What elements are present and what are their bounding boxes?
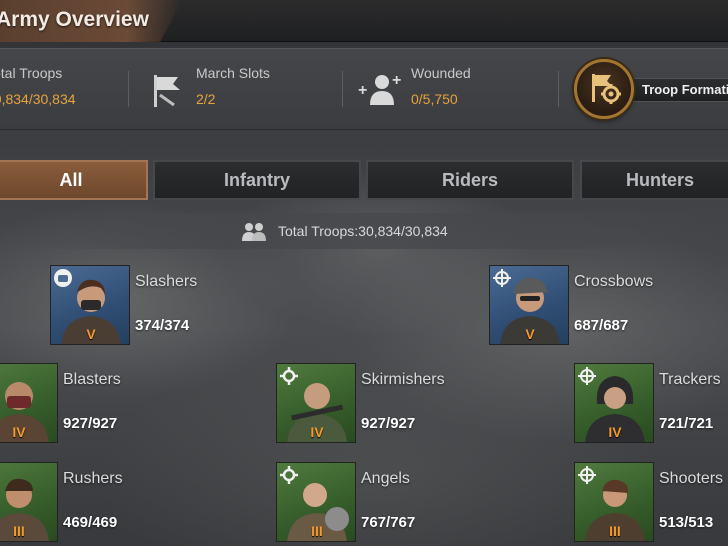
troop-portrait: III: [276, 462, 356, 542]
troop-count: 374/374: [135, 317, 190, 334]
stat-march-slots-value: 2/2: [196, 91, 216, 107]
troop-count: 767/767: [361, 514, 416, 531]
group-icon: [242, 223, 266, 241]
formation-label: Troop Formation: [642, 82, 728, 97]
crosshair-icon: [493, 269, 511, 287]
troop-portrait: V: [50, 265, 130, 345]
stat-total-troops-value: 30,834/30,834: [0, 91, 76, 107]
gear-icon: [280, 367, 298, 385]
tier-badge: III: [13, 523, 25, 539]
troop-formation-button[interactable]: Troop Formation: [574, 59, 728, 119]
tier-badge: IV: [608, 424, 622, 440]
svg-text:+: +: [358, 82, 367, 99]
formation-gear-icon: [574, 59, 634, 119]
troop-count: 721/721: [659, 415, 714, 432]
troop-portrait: III: [0, 462, 58, 542]
troop-portrait: IV: [574, 363, 654, 443]
tab-hunters[interactable]: Hunters: [580, 160, 728, 200]
svg-text:+: +: [392, 72, 401, 89]
crosshair-icon: [578, 367, 596, 385]
troop-count: 927/927: [63, 415, 118, 432]
stat-total-troops-label: Total Troops: [0, 65, 63, 81]
troop-name: Blasters: [63, 371, 121, 388]
total-troops-line: Total Troops:30,834/30,834: [278, 223, 448, 239]
troop-name: Trackers: [659, 371, 721, 388]
troop-portrait: III: [574, 462, 654, 542]
tier-badge: V: [86, 326, 96, 342]
fist-icon: [54, 269, 72, 287]
divider: [558, 71, 559, 107]
tier-badge: III: [311, 523, 323, 539]
troop-portrait: IV: [276, 363, 356, 443]
crosshair-icon: [578, 466, 596, 484]
troop-type-tabs: All Infantry Riders Hunters: [0, 160, 728, 204]
stat-wounded-value: 0/5,750: [411, 91, 458, 107]
tab-riders[interactable]: Riders: [366, 160, 574, 200]
army-stats-bar: Total Troops 30,834/30,834 March Slots 2…: [0, 48, 728, 130]
tab-all[interactable]: All: [0, 160, 148, 200]
troop-name: Slashers: [135, 273, 198, 290]
tier-badge: IV: [310, 424, 324, 440]
troop-name: Shooters: [659, 470, 724, 487]
stat-march-slots: March Slots 2/2: [196, 65, 270, 107]
tab-infantry[interactable]: Infantry: [153, 160, 361, 200]
troop-name: Skirmishers: [361, 371, 445, 388]
troop-name: Rushers: [63, 470, 123, 487]
troop-portrait: V: [489, 265, 569, 345]
divider: [342, 71, 343, 107]
stat-wounded: Wounded 0/5,750: [411, 65, 471, 107]
troop-name: Crossbows: [574, 273, 654, 290]
divider: [128, 71, 129, 107]
stat-total-troops: Total Troops 30,834/30,834: [0, 65, 76, 107]
stat-march-slots-label: March Slots: [196, 65, 270, 81]
tier-badge: III: [609, 523, 621, 539]
page-title: Army Overview: [0, 8, 149, 31]
troop-count: 687/687: [574, 317, 629, 334]
stat-wounded-label: Wounded: [411, 65, 471, 81]
tier-badge: V: [525, 326, 535, 342]
troop-count: 469/469: [63, 514, 118, 531]
troop-portrait: IV: [0, 363, 58, 443]
wounded-icon: + +: [358, 72, 401, 105]
flag-icon: [154, 75, 180, 107]
troop-count: 513/513: [659, 514, 714, 531]
tier-badge: IV: [12, 424, 26, 440]
header-bar: Army Overview: [0, 0, 728, 42]
troop-count: 927/927: [361, 415, 416, 432]
troop-name: Angels: [361, 470, 410, 487]
gear-icon: [280, 466, 298, 484]
